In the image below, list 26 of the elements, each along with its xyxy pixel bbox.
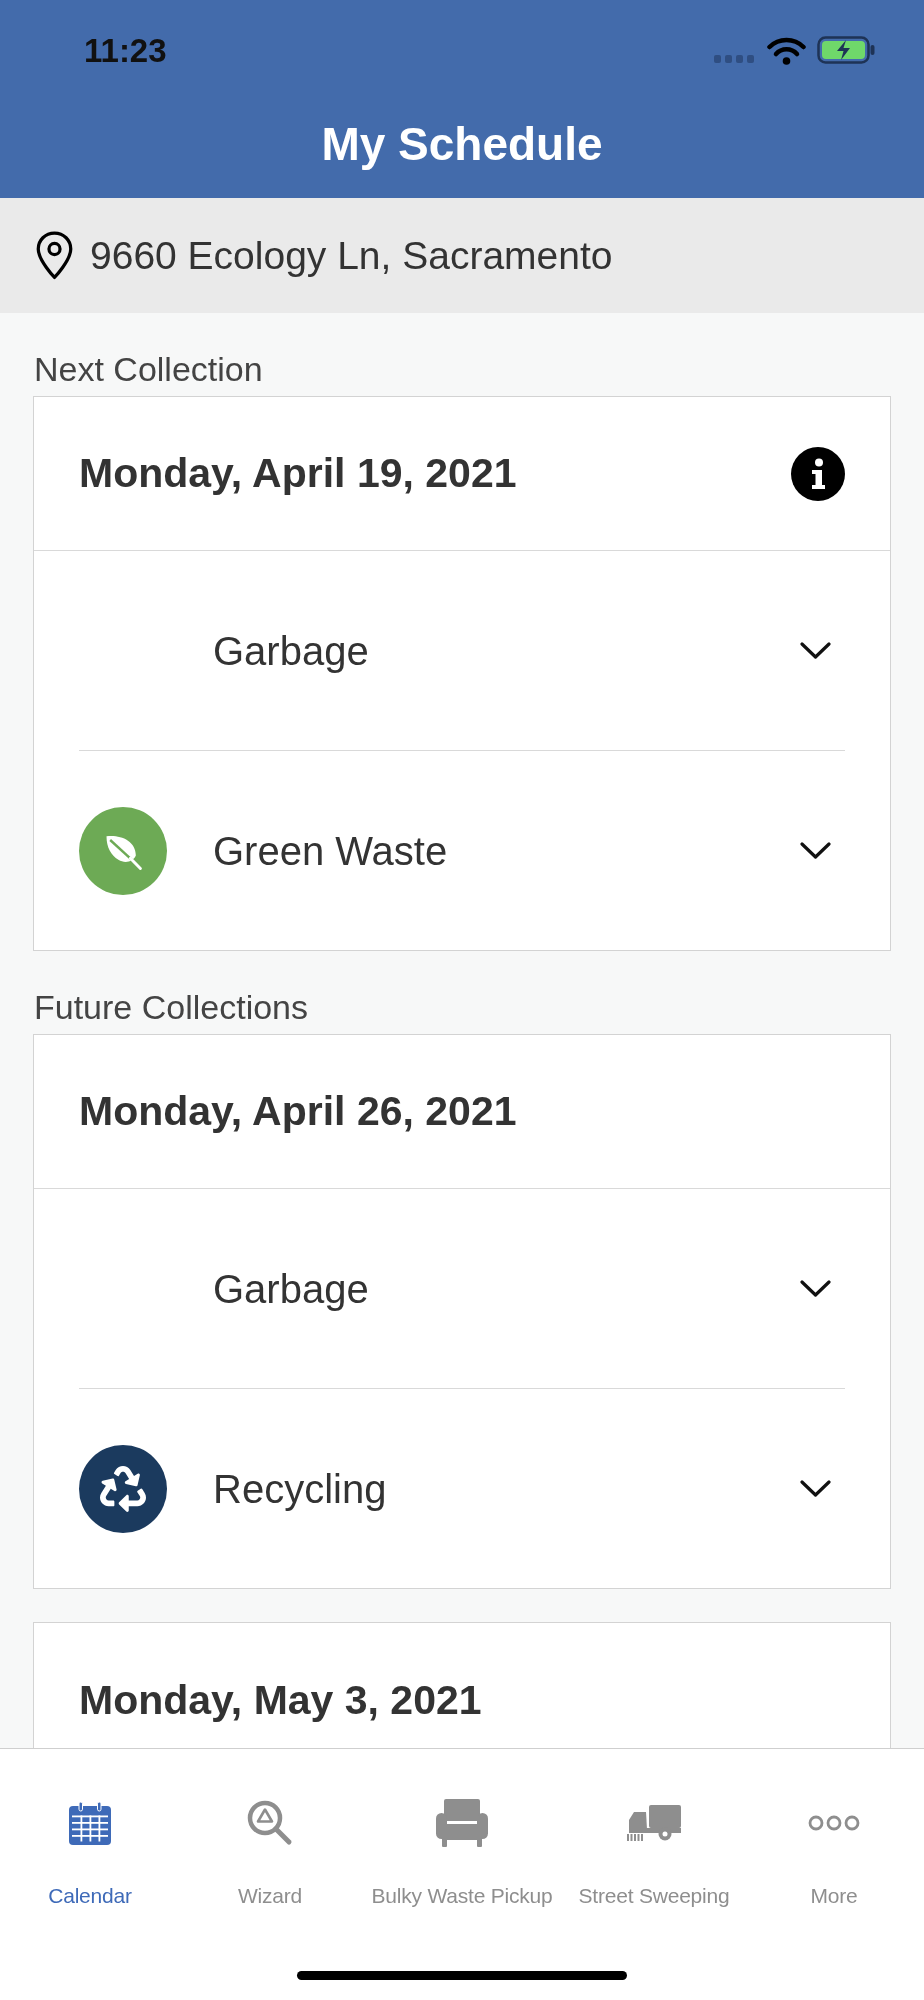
tab-item[interactable]: More [808,1799,860,1909]
collection-item[interactable]: Garbage [34,1189,890,1388]
tab-item[interactable]: Calendar [48,1799,132,1909]
tab-item[interactable]: Street Sweeping [578,1799,730,1909]
signal-icon [714,55,754,63]
location-pin-icon [35,231,74,280]
date-heading: Monday, April 19, 2021 [79,453,517,494]
calendar-icon [69,1801,111,1845]
street-sweeper-icon [627,1805,681,1841]
date-heading: Monday, April 26, 2021 [79,1091,517,1132]
address-text: 9660 Ecology Ln, Sacramento [90,236,613,275]
tab-item[interactable]: Bulky Waste Pickup [371,1799,553,1909]
ellipsis-icon [808,1815,860,1831]
collection-item[interactable]: Garbage [34,551,890,750]
wifi-icon [767,35,806,65]
collection-item[interactable]: Recycling [34,1389,890,1588]
armchair-icon [436,1799,488,1847]
battery-icon [817,36,875,64]
status-time: 11:23 [84,33,167,67]
collection-item[interactable]: Green Waste [34,751,890,950]
date-heading: Monday, May 3, 2021 [79,1679,482,1721]
info-icon[interactable] [791,446,845,501]
tab-item[interactable]: Wizard [237,1799,303,1909]
magnifier-icon [247,1800,293,1846]
section-label: Next Collection [33,349,264,389]
section-label: Future Collections [33,987,309,1027]
